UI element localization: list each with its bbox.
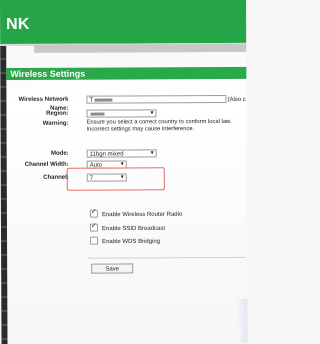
region-label: Region:	[46, 110, 69, 117]
save-button[interactable]: Save	[91, 263, 134, 274]
channel-label: Channel:	[43, 174, 69, 181]
channel-select[interactable]: 7 ▾	[86, 173, 127, 182]
ssid-note-truncated: (Also c	[227, 96, 246, 104]
enable-ssid-broadcast-checkbox[interactable]	[89, 223, 99, 232]
region-blur-mask	[90, 112, 105, 116]
router-admin-page: NK Wireless Settings Wireless Network Na…	[0, 0, 248, 344]
mode-label: Mode:	[50, 150, 69, 157]
enable-wds-bridging-label: Enable WDS Bridging	[102, 238, 161, 246]
left-navigation-rail	[0, 45, 8, 344]
wireless-network-name-input[interactable]: T	[86, 95, 227, 104]
enable-wireless-radio-label: Enable Wireless Router Radio	[101, 211, 183, 219]
section-title: Wireless Settings	[10, 68, 86, 79]
ssid-blur-mask	[94, 98, 113, 102]
form-divider	[87, 256, 246, 259]
enable-ssid-broadcast-row[interactable]: Enable SSID Broadcast	[89, 223, 166, 233]
mode-value: 11bgn mixed	[89, 151, 124, 158]
chevron-down-icon: ▾	[150, 150, 154, 157]
region-select[interactable]: ▾	[86, 109, 157, 118]
enable-wds-bridging-checkbox[interactable]	[90, 236, 99, 245]
wireless-network-name-value: T	[89, 97, 94, 104]
header-gray-bar	[34, 43, 247, 53]
screen-edge-shade	[237, 298, 248, 343]
enable-wds-bridging-row[interactable]: Enable WDS Bridging	[90, 236, 161, 246]
enable-wireless-radio-checkbox[interactable]	[89, 209, 98, 218]
channel-width-label: Channel Width:	[24, 161, 69, 168]
channel-value: 7	[89, 175, 94, 182]
top-banner: NK	[0, 0, 247, 44]
mode-select[interactable]: 11bgn mixed ▾	[86, 149, 157, 158]
warning-label: Warning:	[42, 120, 69, 127]
warning-text: Ensure you select a correct country to c…	[86, 118, 232, 133]
brand-logo-text: NK	[6, 15, 30, 33]
enable-wireless-radio-row[interactable]: Enable Wireless Router Radio	[89, 209, 183, 219]
chevron-down-icon: ▾	[150, 110, 154, 117]
chevron-down-icon: ▾	[120, 174, 124, 181]
enable-ssid-broadcast-label: Enable SSID Broadcast	[101, 225, 166, 233]
